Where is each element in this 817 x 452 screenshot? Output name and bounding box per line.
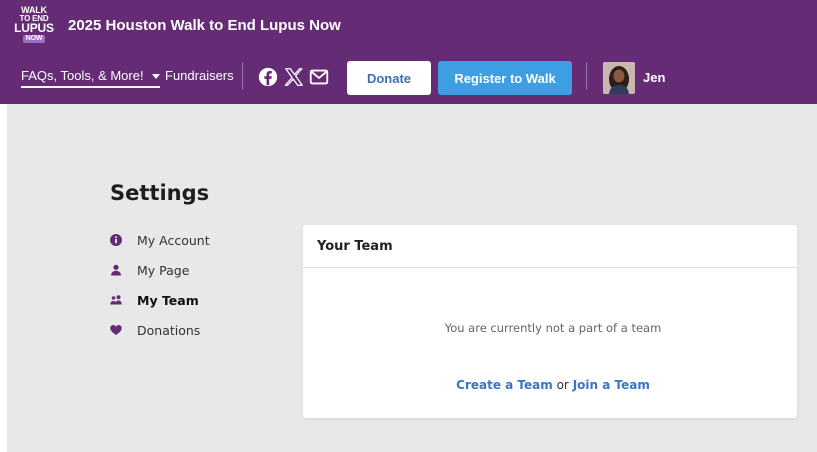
team-actions: Create a Team or Join a Team <box>303 378 797 392</box>
sidebar-item-label: Donations <box>137 322 201 338</box>
user-name[interactable]: Jen <box>643 70 665 85</box>
or-separator: or <box>556 378 569 392</box>
card-title: Your Team <box>303 225 797 268</box>
create-team-link[interactable]: Create a Team <box>456 378 553 392</box>
logo-line-3: LUPUS <box>14 21 54 35</box>
nav-faqs-dropdown[interactable]: FAQs, Tools, & More! <box>21 68 160 88</box>
info-circle-icon <box>110 234 122 246</box>
your-team-card: Your Team You are currently not a part o… <box>303 225 797 418</box>
sidebar-item-my-account[interactable]: My Account <box>110 230 210 250</box>
sidebar-item-label: My Team <box>137 292 199 308</box>
logo-line-4: NOW <box>22 35 46 43</box>
nav-divider <box>242 62 243 90</box>
caret-down-icon <box>151 74 160 80</box>
nav-fundraisers-link[interactable]: Fundraisers <box>165 68 234 83</box>
page-title: Settings <box>110 181 210 205</box>
site-title[interactable]: 2025 Houston Walk to End Lupus Now <box>68 17 341 34</box>
sidebar-item-donations[interactable]: Donations <box>110 320 200 340</box>
mail-icon[interactable] <box>308 66 330 88</box>
walk-to-end-lupus-logo[interactable]: WALK TO END LUPUS NOW <box>14 6 54 48</box>
sidebar-item-my-team[interactable]: My Team <box>110 290 199 310</box>
register-to-walk-button[interactable]: Register to Walk <box>438 61 572 95</box>
donate-button[interactable]: Donate <box>347 61 431 95</box>
site-header: WALK TO END LUPUS NOW 2025 Houston Walk … <box>0 0 817 104</box>
avatar-photo-icon <box>603 62 635 94</box>
sidebar-item-my-page[interactable]: My Page <box>110 260 189 280</box>
join-team-link[interactable]: Join a Team <box>573 378 650 392</box>
sidebar-item-label: My Account <box>137 232 210 248</box>
nav-divider <box>586 62 587 90</box>
facebook-icon[interactable] <box>257 66 279 88</box>
user-avatar[interactable] <box>603 62 635 94</box>
sidebar-item-label: My Page <box>137 262 190 278</box>
heart-icon <box>110 325 122 335</box>
users-icon <box>110 295 122 305</box>
x-icon[interactable] <box>283 66 305 88</box>
nav-faqs-label: FAQs, Tools, & More! <box>21 68 144 83</box>
empty-team-message: You are currently not a part of a team <box>444 321 662 335</box>
user-icon <box>111 264 121 276</box>
